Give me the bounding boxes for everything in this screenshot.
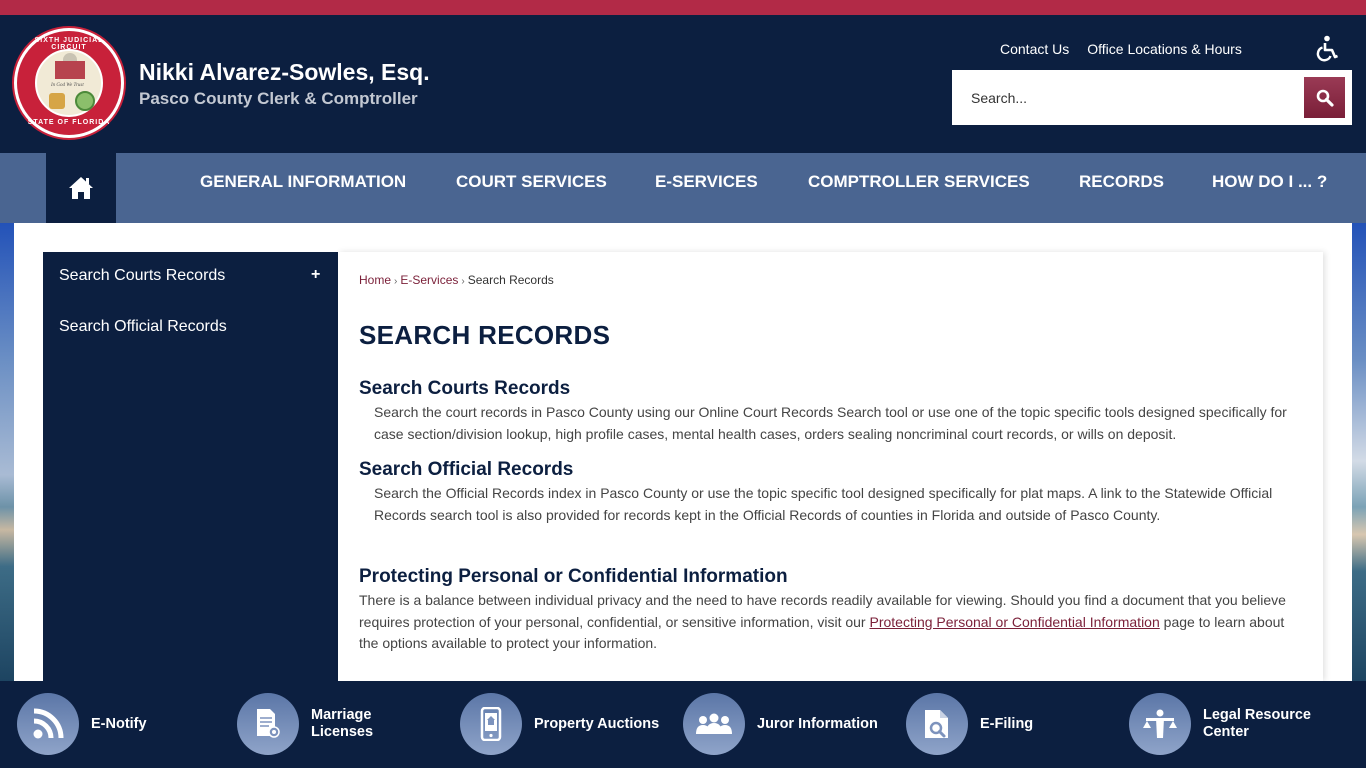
home-icon [69, 177, 93, 199]
breadcrumb-home[interactable]: Home [359, 273, 391, 287]
utility-links: Contact Us Office Locations & Hours [1000, 41, 1242, 57]
quick-link-label: Legal Resource Center [1203, 707, 1311, 740]
quick-link-label: E-Notify [91, 715, 147, 732]
quick-links-bar: E-Notify Marriage Licenses Property Auct… [0, 681, 1366, 768]
seal-bottom-text: STATE OF FLORIDA [27, 119, 111, 126]
nav-how-do-i[interactable]: HOW DO I ... ? [1212, 153, 1327, 223]
clerk-name: Nikki Alvarez-Sowles, Esq. [139, 59, 430, 85]
seal-center: In God We Trust [35, 49, 103, 117]
main-content: Home › E-Services › Search Records SEARCH RE… [338, 252, 1323, 681]
site-search [952, 70, 1352, 125]
search-button[interactable] [1304, 77, 1345, 118]
nav-records[interactable]: RECORDS [1079, 153, 1164, 223]
search-input[interactable] [952, 70, 1302, 125]
section-heading-courts-records: Search Courts Records [359, 378, 571, 399]
nav-comptroller-services[interactable]: COMPTROLLER SERVICES [808, 153, 1030, 223]
nav-home-button[interactable] [46, 153, 116, 223]
nav-general-information[interactable]: GENERAL INFORMATION [200, 153, 406, 223]
expand-plus-icon[interactable]: + [311, 266, 320, 284]
section-text-courts-records: Search the court records in Pasco County… [374, 404, 1287, 442]
protecting-info-link[interactable]: Protecting Personal or Confidential Info… [869, 614, 1159, 630]
office-title: Pasco County Clerk & Comptroller [139, 89, 418, 108]
breadcrumb-e-services[interactable]: E-Services [400, 273, 458, 287]
clerk-seal-logo[interactable]: SIXTH JUDICIAL CIRCUIT In God We Trust S… [14, 28, 124, 138]
nav-e-services[interactable]: E-SERVICES [655, 153, 758, 223]
quick-link-e-filing[interactable]: E-Filing [906, 693, 1033, 755]
breadcrumb: Home › E-Services › Search Records [359, 273, 554, 287]
section-text-protecting-info: There is a balance between individual pr… [359, 590, 1289, 655]
section-heading-official-records: Search Official Records [359, 459, 574, 480]
sidebar-menu: Search Courts Records + Search Official … [43, 252, 338, 681]
wheelchair-icon[interactable] [1315, 35, 1339, 63]
nav-court-services[interactable]: COURT SERVICES [456, 153, 607, 223]
section-heading-protecting-info: Protecting Personal or Confidential Info… [359, 566, 788, 587]
group-icon [683, 693, 745, 755]
background-photo-right [1352, 223, 1366, 681]
search-icon [1316, 89, 1334, 107]
courthouse-icon [55, 53, 85, 79]
quick-link-e-notify[interactable]: E-Notify [17, 693, 147, 755]
seal-scales-icon [49, 93, 65, 109]
file-search-icon [906, 693, 968, 755]
page-title: SEARCH RECORDS [359, 320, 611, 350]
site-header: SIXTH JUDICIAL CIRCUIT In God We Trust S… [0, 15, 1366, 153]
background-photo-left [0, 223, 14, 681]
section-text-official-records: Search the Official Records index in Pas… [374, 485, 1273, 523]
justice-scale-icon [1129, 693, 1191, 755]
breadcrumb-separator: › [461, 276, 465, 287]
contact-us-link[interactable]: Contact Us [1000, 41, 1069, 57]
quick-link-marriage-licenses[interactable]: Marriage Licenses [237, 693, 373, 755]
quick-link-legal-resource-center[interactable]: Legal Resource Center [1129, 693, 1311, 755]
top-accent-stripe [0, 0, 1366, 15]
main-navigation: GENERAL INFORMATION COURT SERVICES E-SER… [0, 153, 1366, 223]
seal-emblem-icon [75, 91, 95, 111]
office-locations-link[interactable]: Office Locations & Hours [1087, 41, 1242, 57]
rss-icon [17, 693, 79, 755]
quick-link-property-auctions[interactable]: Property Auctions [460, 693, 659, 755]
certificate-icon [237, 693, 299, 755]
mobile-home-icon [460, 693, 522, 755]
breadcrumb-current: Search Records [467, 273, 554, 287]
quick-link-juror-information[interactable]: Juror Information [683, 693, 878, 755]
quick-link-label: Juror Information [757, 715, 878, 732]
sidebar-item-search-official-records[interactable]: Search Official Records [59, 318, 227, 336]
quick-link-label: Marriage Licenses [311, 707, 374, 740]
seal-motto: In God We Trust [51, 83, 84, 88]
quick-link-label: E-Filing [980, 715, 1034, 732]
sidebar-item-search-courts-records[interactable]: Search Courts Records [59, 267, 225, 285]
quick-link-label: Property Auctions [534, 715, 660, 732]
breadcrumb-separator: › [394, 276, 398, 287]
